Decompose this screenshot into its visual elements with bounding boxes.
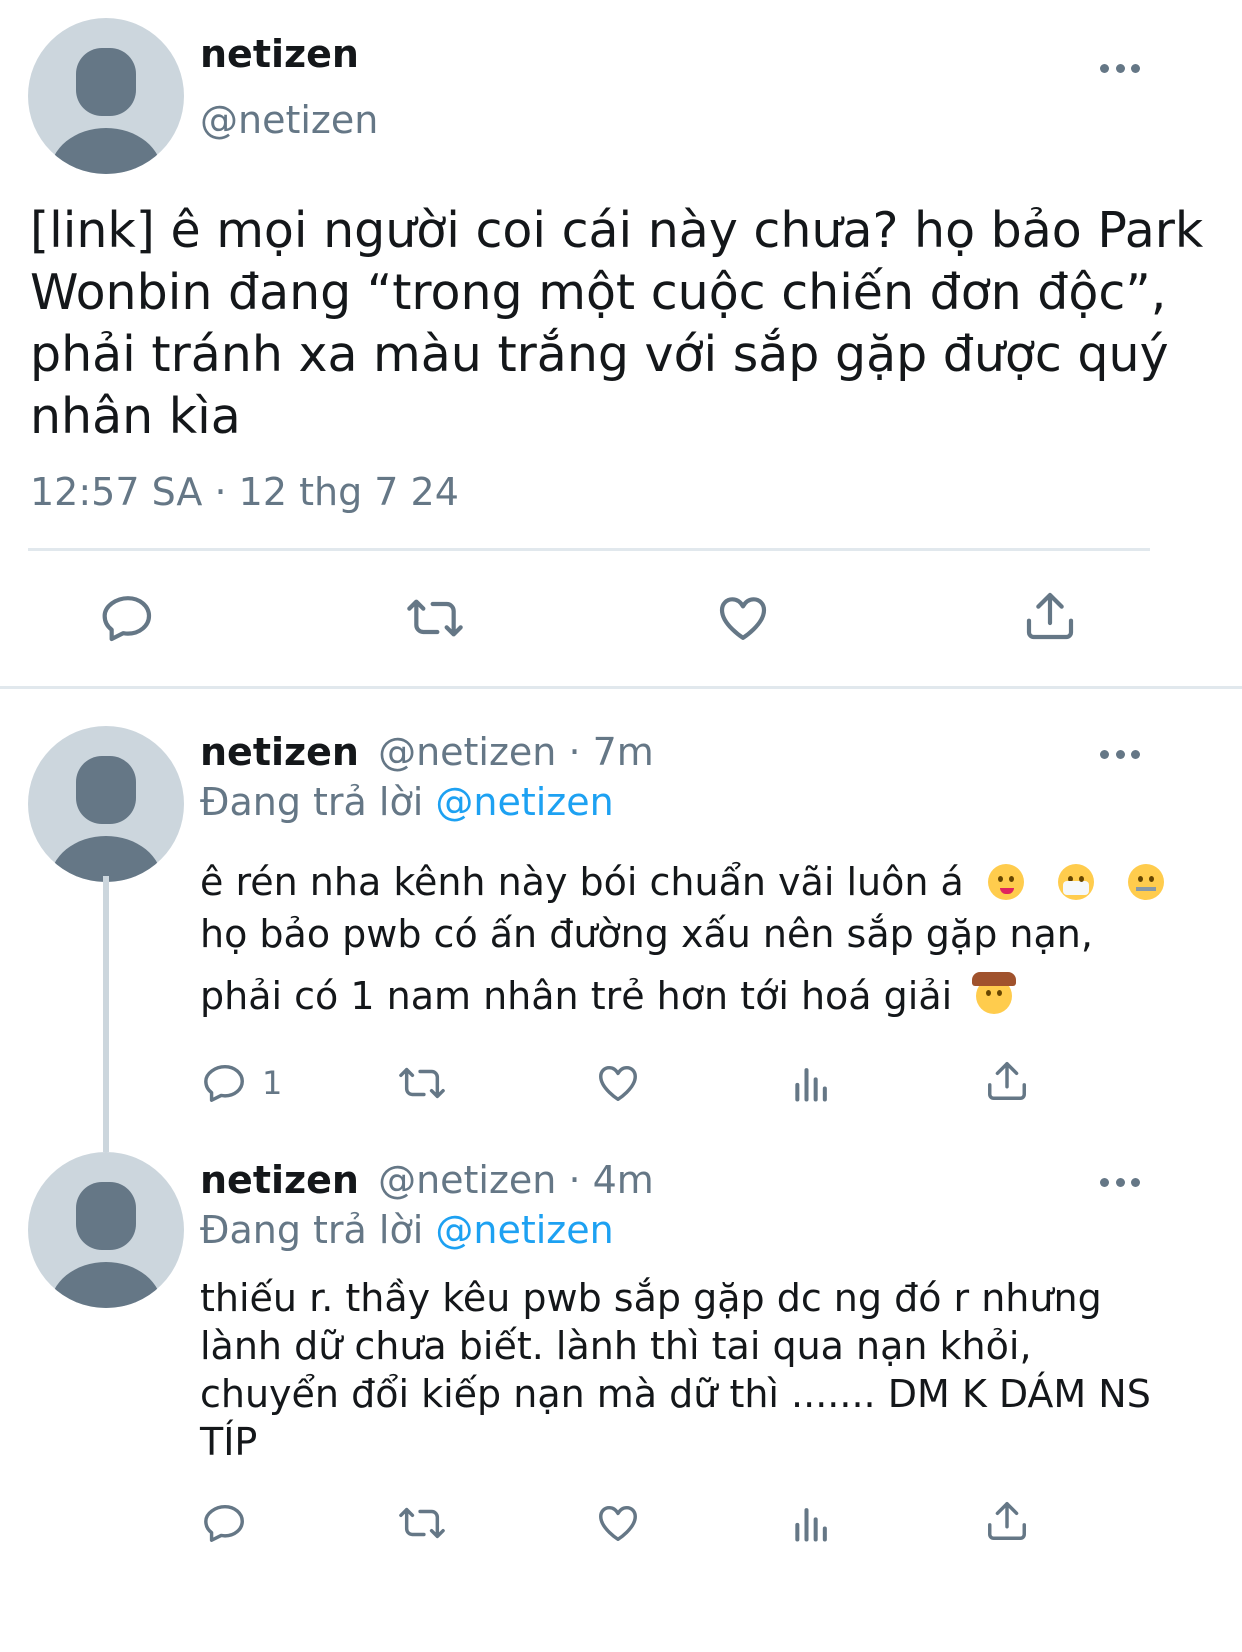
reply-text-line: ê rén nha kênh này bói chuẩn vãi luôn á — [200, 860, 964, 904]
reply-count: 1 — [262, 1064, 283, 1102]
reply-icon — [102, 596, 152, 642]
thread-line — [103, 876, 109, 1152]
share-icon — [988, 1062, 1026, 1100]
share-button[interactable] — [984, 1058, 1030, 1104]
avatar-body — [50, 128, 162, 174]
author-name[interactable]: netizen — [200, 1158, 359, 1202]
author-handle[interactable]: @netizen — [200, 98, 378, 142]
author-name[interactable]: netizen — [200, 730, 359, 774]
retweet-button[interactable] — [394, 1060, 450, 1106]
share-icon — [988, 1502, 1026, 1540]
replying-to-label: Đang trả lời — [200, 780, 436, 824]
like-icon — [719, 597, 767, 640]
avatar-head — [76, 756, 136, 824]
reply-text-line-3: phải có 1 nam nhân trẻ hơn tới hoá giải — [200, 972, 1017, 1018]
reply-header: netizen @netizen · 4m — [200, 1158, 654, 1202]
replying-to: Đang trả lời @netizen — [200, 780, 614, 824]
avatar[interactable] — [28, 18, 184, 174]
author-name[interactable]: netizen — [200, 32, 359, 76]
analytics-icon — [795, 1508, 827, 1542]
like-button[interactable] — [594, 1060, 642, 1106]
more-options-icon[interactable] — [1100, 62, 1140, 74]
share-icon — [1026, 592, 1074, 640]
analytics-button[interactable] — [790, 1500, 834, 1546]
cowboy-hat-face-icon — [972, 972, 1017, 1014]
replying-to-label: Đang trả lời — [200, 1208, 436, 1252]
reply-button[interactable] — [202, 1500, 248, 1546]
reply-text: ê rén nha kênh này bói chuẩn vãi luôn á — [200, 860, 1165, 904]
divider — [28, 548, 1150, 551]
reply-icon — [204, 1064, 244, 1102]
divider — [0, 686, 1242, 689]
avatar[interactable] — [28, 1152, 184, 1308]
analytics-icon — [795, 1068, 827, 1102]
like-button[interactable] — [714, 590, 772, 646]
like-icon — [599, 1505, 637, 1542]
replying-to-mention[interactable]: @netizen — [435, 1208, 613, 1252]
reply-button[interactable] — [100, 590, 156, 646]
avatar-head — [76, 48, 136, 116]
tweet-text: [link] ê mọi người coi cái này chưa? họ … — [30, 202, 1204, 445]
reply-icon — [204, 1504, 244, 1542]
retweet-button[interactable] — [394, 1500, 450, 1546]
medical-mask-face-icon — [1058, 864, 1094, 900]
author-handle-time[interactable]: @netizen · 4m — [378, 1158, 654, 1202]
avatar-body — [50, 1262, 162, 1308]
woozy-face-icon — [987, 864, 1024, 900]
like-button[interactable] — [594, 1500, 642, 1546]
replying-to: Đang trả lời @netizen — [200, 1208, 614, 1252]
retweet-icon — [399, 1507, 445, 1539]
replying-to-mention[interactable]: @netizen — [435, 780, 613, 824]
retweet-button[interactable] — [402, 590, 468, 646]
share-button[interactable] — [984, 1498, 1030, 1544]
reply-header: netizen @netizen · 7m — [200, 730, 654, 774]
share-button[interactable] — [1022, 588, 1078, 644]
avatar-head — [76, 1182, 136, 1250]
reply-button[interactable]: 1 — [202, 1060, 282, 1106]
analytics-button[interactable] — [790, 1060, 834, 1106]
retweet-icon — [399, 1067, 445, 1099]
reply-text: thiếu r. thầy kêu pwb sắp gặp dc ng đó r… — [200, 1276, 1151, 1464]
zipper-mouth-face-icon — [1128, 864, 1165, 900]
tweet-timestamp[interactable]: 12:57 SA · 12 thg 7 24 — [30, 470, 459, 514]
author-handle-time[interactable]: @netizen · 7m — [378, 730, 654, 774]
avatar[interactable] — [28, 726, 184, 882]
like-icon — [599, 1065, 637, 1102]
reply-text-line: phải có 1 nam nhân trẻ hơn tới hoá giải — [200, 974, 953, 1018]
retweet-icon — [407, 599, 463, 637]
more-options-icon[interactable] — [1100, 1176, 1140, 1188]
reply-text-line: họ bảo pwb có ấn đường xấu nên sắp gặp n… — [200, 912, 1093, 956]
more-options-icon[interactable] — [1100, 748, 1140, 760]
